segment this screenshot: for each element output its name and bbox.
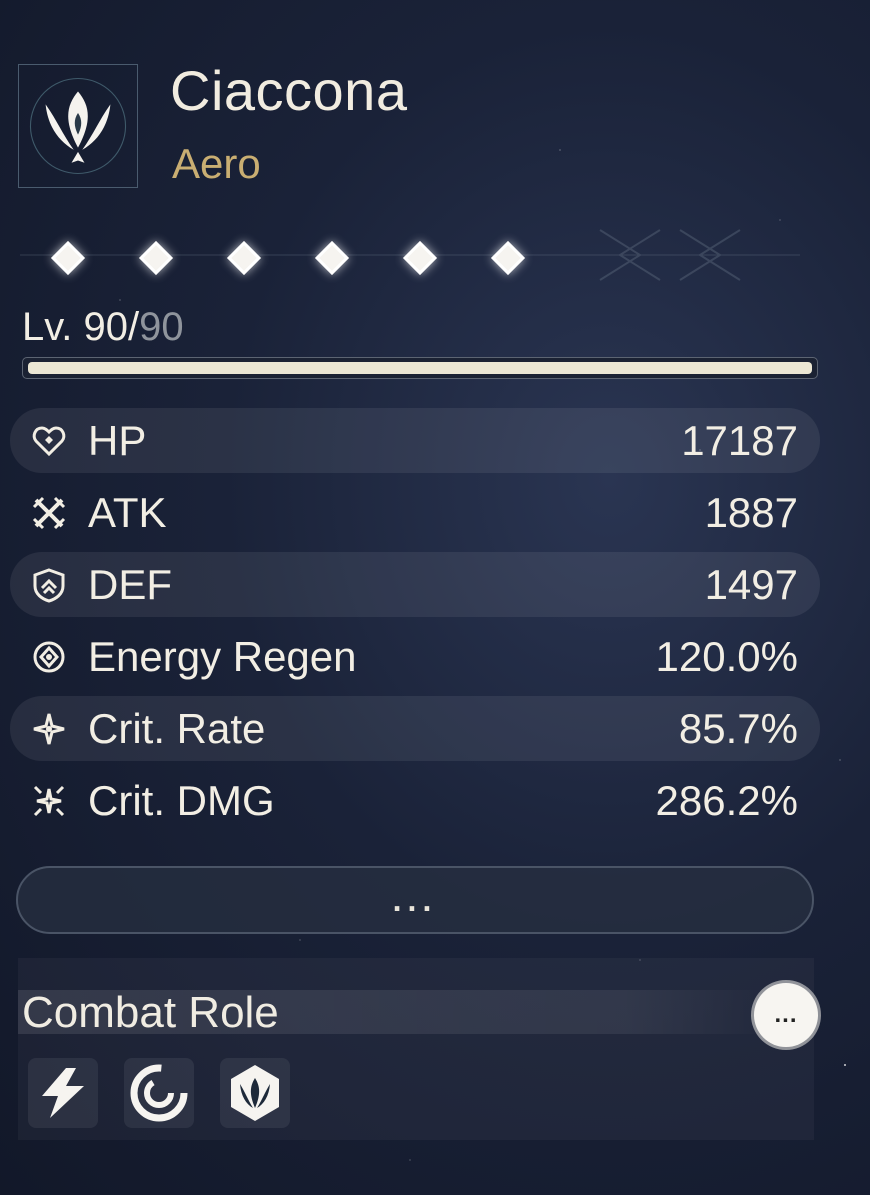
shield-icon [30, 566, 68, 604]
stat-value: 17187 [681, 416, 798, 464]
sequence-node[interactable] [484, 234, 532, 282]
level-prefix: Lv. [22, 305, 84, 349]
level-current: 90 [83, 305, 129, 349]
stats-list: HP 17187 ATK 1887 DEF 1497 Energy Regen … [10, 408, 820, 840]
sequence-node[interactable] [396, 234, 444, 282]
stat-value: 1497 [704, 560, 798, 608]
diamond-icon [315, 241, 349, 275]
combat-role-icons [28, 1058, 290, 1128]
lightning-role-icon[interactable] [28, 1058, 98, 1128]
stat-row-crit-dmg: Crit. DMG 286.2% [10, 768, 820, 833]
sequence-node-row [44, 234, 532, 282]
element-emblem [18, 64, 138, 188]
stat-row-energy-regen: Energy Regen 120.0% [10, 624, 820, 689]
stat-row-def: DEF 1497 [10, 552, 820, 617]
diamond-icon [139, 241, 173, 275]
stat-label: Crit. Rate [88, 704, 266, 752]
level-max: 90 [139, 305, 184, 349]
stat-label: Energy Regen [88, 632, 357, 680]
more-stats-button[interactable]: ... [16, 866, 814, 934]
diamond-icon [51, 241, 85, 275]
level-separator: / [128, 305, 140, 349]
heart-icon [30, 422, 68, 460]
sequence-node[interactable] [220, 234, 268, 282]
stat-row-hp: HP 17187 [10, 408, 820, 473]
sequence-node[interactable] [44, 234, 92, 282]
combat-role-title: Combat Role [22, 988, 279, 1037]
stat-label: ATK [88, 488, 167, 536]
stat-value: 85.7% [678, 704, 798, 752]
crit-dmg-icon [30, 782, 68, 820]
stat-label: Crit. DMG [88, 776, 275, 824]
swirl-role-icon[interactable] [124, 1058, 194, 1128]
level-progress-bar [22, 357, 818, 379]
diamond-icon [227, 241, 261, 275]
stat-value: 1887 [704, 488, 798, 536]
sequence-node[interactable] [132, 234, 180, 282]
aero-role-icon[interactable] [220, 1058, 290, 1128]
combat-role-details-button[interactable]: ... [754, 983, 818, 1047]
diamond-icon [491, 241, 525, 275]
character-name: Ciaccona [170, 59, 408, 122]
character-element: Aero [172, 140, 261, 187]
aero-emblem-icon [29, 77, 127, 175]
stat-label: HP [88, 416, 147, 464]
level-display: Lv. 90/90 [22, 305, 184, 350]
sequence-node[interactable] [308, 234, 356, 282]
stat-label: DEF [88, 560, 172, 608]
crit-rate-icon [30, 710, 68, 748]
diamond-icon [403, 241, 437, 275]
level-progress-fill [28, 362, 812, 374]
stat-value: 286.2% [655, 776, 798, 824]
stat-row-crit-rate: Crit. Rate 85.7% [10, 696, 820, 761]
stat-value: 120.0% [655, 632, 798, 680]
crossed-swords-icon [30, 494, 68, 532]
stat-row-atk: ATK 1887 [10, 480, 820, 545]
energy-regen-icon [30, 638, 68, 676]
